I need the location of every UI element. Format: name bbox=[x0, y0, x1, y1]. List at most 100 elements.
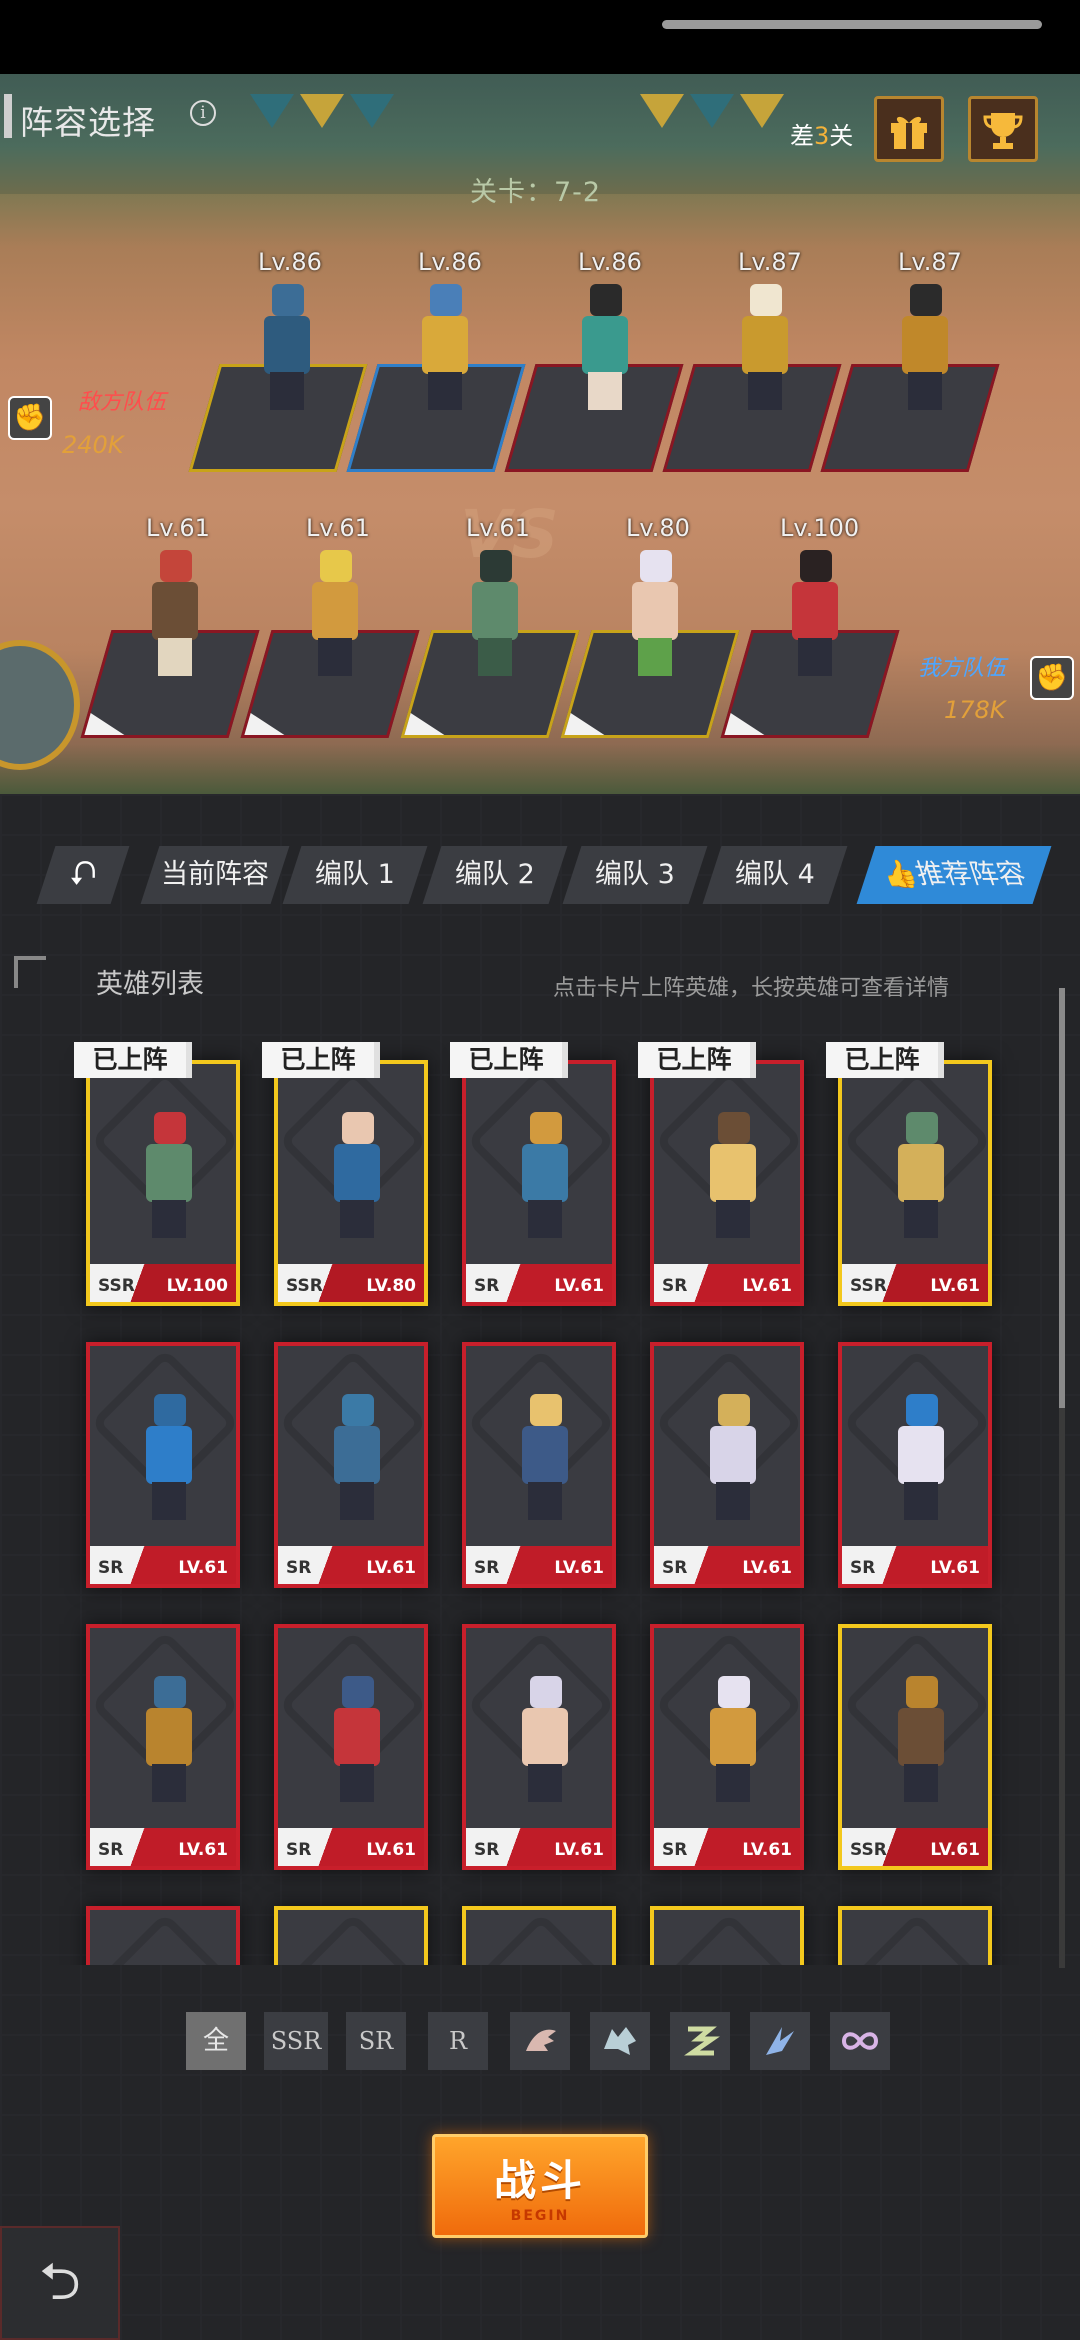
tab-recommended[interactable]: 👍推荐阵容 bbox=[856, 846, 1052, 904]
hero-card[interactable] bbox=[650, 1906, 804, 1965]
filter-faction-serpent[interactable] bbox=[670, 2012, 730, 2070]
hero-card[interactable]: SR LV.61 bbox=[462, 1060, 616, 1306]
enemy-team-label: 敌方队伍 bbox=[78, 390, 167, 415]
tab-current[interactable]: 当前阵容 bbox=[140, 846, 290, 904]
hero-card-sprite bbox=[322, 1394, 392, 1524]
enemy-hero-sprite bbox=[890, 284, 960, 414]
fight-button[interactable]: 战斗 BEGIN bbox=[432, 2134, 648, 2238]
filter-sr[interactable]: SR bbox=[346, 2012, 406, 2070]
pennant-decoration bbox=[300, 94, 344, 128]
hero-card-sprite bbox=[698, 1394, 768, 1524]
my-team-fist-icon: ✊ bbox=[1030, 656, 1074, 700]
hero-card[interactable]: SR LV.61 bbox=[462, 1342, 616, 1588]
hero-card[interactable]: SR LV.61 bbox=[650, 1624, 804, 1870]
hero-card[interactable] bbox=[838, 1906, 992, 1965]
card-rarity: SSR bbox=[850, 1276, 887, 1296]
faction-wolf-icon bbox=[604, 2027, 636, 2055]
gift-button[interactable] bbox=[874, 96, 944, 162]
enemy-power: 240K bbox=[62, 431, 124, 459]
tab-team-3[interactable]: 编队 3 bbox=[562, 846, 708, 904]
hero-card-sprite bbox=[134, 1394, 204, 1524]
card-level: LV.61 bbox=[366, 1558, 416, 1578]
my-team-label: 我方队伍 bbox=[918, 656, 1007, 681]
trophy-icon bbox=[983, 113, 1023, 149]
faction-claw-icon bbox=[526, 2029, 556, 2051]
hero-card-sprite bbox=[886, 1394, 956, 1524]
hero-card[interactable]: SR LV.61 bbox=[650, 1060, 804, 1306]
faction-infinity-icon bbox=[841, 2032, 879, 2050]
hero-card[interactable]: SR LV.61 bbox=[86, 1342, 240, 1588]
my-level-2: Lv.61 bbox=[306, 514, 370, 542]
pennant-decoration bbox=[740, 94, 784, 128]
pennant-decoration bbox=[690, 94, 734, 128]
hero-card[interactable]: SR LV.61 bbox=[86, 1624, 240, 1870]
hero-card[interactable]: SR LV.61 bbox=[838, 1342, 992, 1588]
hero-card[interactable]: SSR LV.61 bbox=[838, 1060, 992, 1306]
hero-grid: SSR LV.100 已上阵 SSR LV.80 已上阵 SR LV.61 已上阵 SR LV.61… bbox=[0, 1040, 1080, 1965]
filter-faction-infinity[interactable] bbox=[830, 2012, 890, 2070]
stage-label: 关卡：7-2 bbox=[470, 177, 602, 208]
tab-team-1[interactable]: 编队 1 bbox=[282, 846, 428, 904]
hero-card-sprite bbox=[698, 1112, 768, 1242]
trophy-button[interactable] bbox=[968, 96, 1038, 162]
my-power: 178K bbox=[944, 696, 1006, 724]
pennant-decoration bbox=[250, 94, 294, 128]
back-button[interactable]: ⮌ bbox=[0, 2226, 120, 2340]
list-corner-decoration bbox=[14, 956, 46, 988]
pennant-decoration bbox=[350, 94, 394, 128]
tab-team-2[interactable]: 编队 2 bbox=[422, 846, 568, 904]
card-emblem bbox=[842, 1912, 992, 1965]
enemy-hero-sprite bbox=[410, 284, 480, 414]
gift-icon bbox=[891, 116, 927, 149]
card-rarity: SR bbox=[474, 1558, 500, 1578]
card-emblem bbox=[466, 1912, 616, 1965]
hero-card[interactable] bbox=[462, 1906, 616, 1965]
filter-all[interactable]: 全 bbox=[186, 2012, 246, 2070]
fight-label: 战斗 bbox=[493, 2156, 586, 2205]
hero-card[interactable]: SR LV.61 bbox=[462, 1624, 616, 1870]
my-level-4: Lv.80 bbox=[626, 514, 690, 542]
hero-card[interactable]: SSR LV.80 bbox=[274, 1060, 428, 1306]
my-hero-sprite bbox=[140, 550, 210, 680]
back-arrow-icon: ⮌ bbox=[39, 2252, 81, 2312]
card-rarity: SR bbox=[474, 1840, 500, 1860]
hero-card[interactable]: SR LV.61 bbox=[650, 1342, 804, 1588]
enemy-hero-sprite bbox=[730, 284, 800, 414]
filter-ssr[interactable]: SSR bbox=[264, 2012, 328, 2070]
filter-r[interactable]: R bbox=[428, 2012, 488, 2070]
hero-card[interactable]: SR LV.61 bbox=[274, 1624, 428, 1870]
card-level: LV.61 bbox=[742, 1558, 792, 1578]
tab-team-4[interactable]: 编队 4 bbox=[702, 846, 848, 904]
gap-number: 3 bbox=[814, 122, 830, 150]
enemy-hero-sprite bbox=[570, 284, 640, 414]
filter-faction-claw[interactable] bbox=[510, 2012, 570, 2070]
info-icon[interactable]: i bbox=[190, 100, 216, 126]
card-rarity: SR bbox=[662, 1840, 688, 1860]
hero-card-sprite bbox=[322, 1676, 392, 1806]
deployed-badge: 已上阵 bbox=[638, 1042, 756, 1078]
hero-card-sprite bbox=[134, 1112, 204, 1242]
card-rarity: SR bbox=[850, 1558, 876, 1578]
hero-card[interactable]: SSR LV.61 bbox=[838, 1624, 992, 1870]
fight-sublabel: BEGIN bbox=[510, 2208, 570, 2224]
my-level-5: Lv.100 bbox=[780, 514, 860, 542]
hero-card[interactable]: SR LV.61 bbox=[274, 1342, 428, 1588]
hero-card-sprite bbox=[510, 1676, 580, 1806]
deployed-badge: 已上阵 bbox=[74, 1042, 192, 1078]
hero-card[interactable] bbox=[274, 1906, 428, 1965]
card-rarity: SR bbox=[474, 1276, 500, 1296]
card-rarity: SSR bbox=[98, 1276, 135, 1296]
filter-faction-wolf[interactable] bbox=[590, 2012, 650, 2070]
card-level: LV.61 bbox=[178, 1558, 228, 1578]
hero-card-sprite bbox=[886, 1112, 956, 1242]
card-level: LV.61 bbox=[554, 1840, 604, 1860]
enemy-team-fist-icon: ✊ bbox=[8, 396, 52, 440]
hero-card[interactable] bbox=[86, 1906, 240, 1965]
my-hero-sprite bbox=[620, 550, 690, 680]
swap-icon: ⮏ bbox=[69, 854, 97, 894]
card-emblem bbox=[278, 1912, 428, 1965]
faction-serpent-icon bbox=[684, 2026, 720, 2056]
enemy-level-1: Lv.86 bbox=[258, 248, 322, 276]
filter-faction-feather[interactable] bbox=[750, 2012, 810, 2070]
hero-card[interactable]: SSR LV.100 bbox=[86, 1060, 240, 1306]
